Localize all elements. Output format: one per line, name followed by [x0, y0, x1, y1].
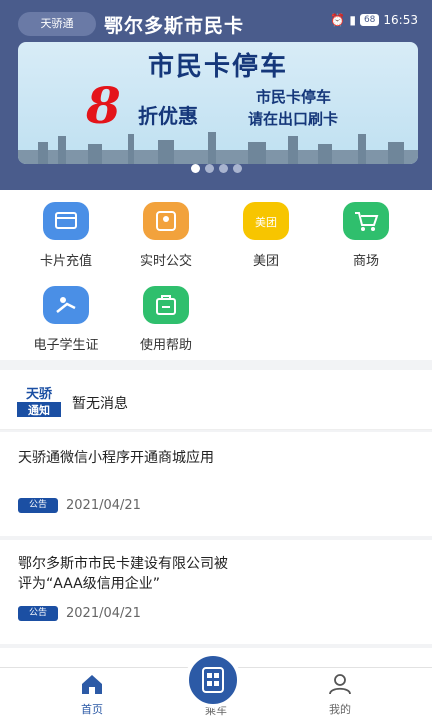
grid-label: 使用帮助	[139, 338, 192, 353]
status-time: 16:53	[383, 13, 418, 27]
app-logo: 天骄通	[18, 12, 96, 36]
status-bar: 天骄通 鄂尔多斯市民卡 ⏰ ▮ 68 16:53	[0, 0, 432, 40]
carousel-dot[interactable]	[204, 164, 214, 173]
carousel-dot[interactable]	[232, 164, 242, 173]
home-icon	[82, 675, 102, 694]
status-icons: ⏰ ▮ 68 16:53	[330, 13, 418, 27]
student-icon	[43, 286, 89, 324]
article-title: 天骄通微信小程序开通商城应用	[18, 450, 214, 466]
banner-discount-number: 8	[86, 76, 121, 135]
svg-text:通知: 通知	[28, 403, 50, 417]
qr-code-icon	[202, 667, 224, 693]
carousel-dot[interactable]	[218, 164, 228, 173]
svg-text:天骄: 天骄	[26, 387, 53, 402]
card-icon	[43, 202, 89, 240]
carousel-indicator	[0, 164, 432, 173]
carousel-dot[interactable]	[190, 164, 200, 173]
article-title-line: 鄂尔多斯市市民卡建设有限公司被	[18, 556, 228, 572]
header: 天骄通 鄂尔多斯市民卡 ⏰ ▮ 68 16:53 市民卡停车 8 折优惠 市民卡…	[0, 0, 432, 190]
notice-bar[interactable]: 天骄 通知 暂无消息	[0, 370, 432, 430]
map-icon	[143, 202, 189, 240]
tab-mine[interactable]: 我的	[300, 672, 380, 717]
user-icon	[329, 674, 351, 695]
app-title: 鄂尔多斯市民卡	[104, 15, 245, 37]
city-skyline-image	[18, 132, 418, 164]
svg-text:美团: 美团	[255, 216, 277, 229]
grid-item-mall[interactable]: 商场	[326, 202, 406, 269]
article-date: 2021/04/21	[66, 606, 141, 621]
banner-line-2: 请在出口刷卡	[248, 110, 339, 128]
banner-discount-text: 折优惠	[138, 104, 198, 128]
battery-icon: 68	[359, 14, 380, 26]
grid-label: 卡片充值	[39, 254, 92, 269]
cart-icon	[343, 202, 389, 240]
ride-qr-button[interactable]	[185, 652, 241, 708]
grid-label: 实时公交	[139, 254, 192, 269]
grid-item-realtime-bus[interactable]: 实时公交	[126, 202, 206, 269]
article-item[interactable]: 鄂尔多斯市市民卡建设有限公司被 评为“AAA级信用企业” 公告 2021/04/…	[0, 540, 432, 644]
help-bag-icon	[143, 286, 189, 324]
meituan-icon: 美团	[243, 202, 289, 240]
grid-item-help[interactable]: 使用帮助	[126, 286, 206, 353]
notice-logo-icon: 天骄 通知	[17, 387, 61, 417]
service-grid: 卡片充值 实时公交 美团 美团 商场 电子学生证 使用帮助	[0, 190, 432, 360]
article-title-line: 评为“AAA级信用企业”	[18, 576, 161, 592]
grid-item-meituan[interactable]: 美团 美团	[226, 202, 306, 269]
article-title: 鄂尔多斯市市民卡建设有限公司被 评为“AAA级信用企业”	[18, 554, 228, 594]
banner-line-1: 市民卡停车	[256, 88, 332, 106]
banner-carousel[interactable]: 市民卡停车 8 折优惠 市民卡停车 请在出口刷卡	[18, 42, 418, 164]
grid-label: 商场	[352, 254, 379, 269]
alarm-icon: ⏰	[330, 13, 346, 27]
banner-title: 市民卡停车	[147, 52, 288, 82]
signal-icon: ▮	[349, 13, 356, 27]
article-date: 2021/04/21	[66, 498, 141, 513]
announcement-tag: 公告	[18, 498, 58, 513]
tab-label: 我的	[329, 703, 351, 716]
notice-text: 暂无消息	[72, 396, 128, 412]
announcement-tag: 公告	[18, 606, 58, 621]
app-screen: 天骄通 鄂尔多斯市民卡 ⏰ ▮ 68 16:53 市民卡停车 8 折优惠 市民卡…	[0, 0, 432, 720]
article-item[interactable]: 天骄通微信小程序开通商城应用 公告 2021/04/21	[0, 432, 432, 536]
grid-item-card-recharge[interactable]: 卡片充值	[26, 202, 106, 269]
tab-home[interactable]: 首页	[52, 672, 132, 717]
grid-label: 电子学生证	[33, 338, 99, 353]
tab-label: 首页	[81, 703, 103, 716]
grid-label: 美团	[252, 254, 279, 269]
grid-item-student-card[interactable]: 电子学生证	[26, 286, 106, 353]
